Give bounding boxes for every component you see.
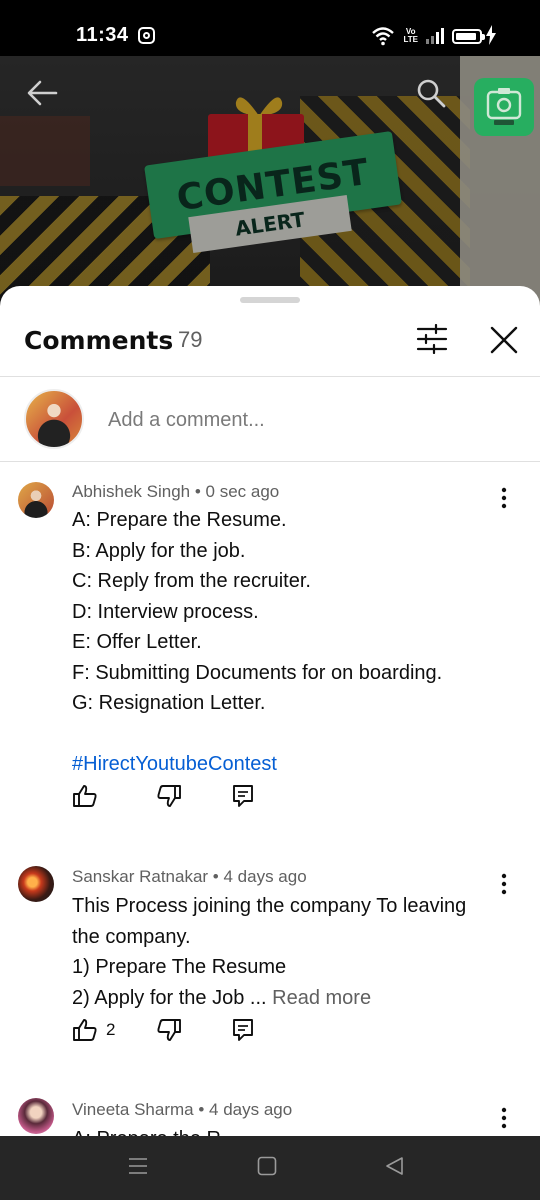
comment-time: 4 days ago [209,1100,293,1119]
camera-button[interactable] [474,78,534,136]
add-comment-row [0,377,540,461]
thumbs-down-icon [157,1019,181,1041]
drag-handle[interactable] [240,297,300,303]
reply-icon [233,1019,253,1041]
volte-icon: Vo LTE [403,28,418,44]
dislike-button[interactable] [156,1018,182,1042]
read-more-link[interactable]: Read more [272,987,371,1009]
menu-icon[interactable] [128,1156,148,1176]
dislike-button[interactable] [156,784,182,808]
comments-title: Comments [24,326,174,355]
back-arrow-icon[interactable] [24,76,60,110]
status-icons: Vo LTE [371,24,496,48]
thumbs-up-icon [73,1019,97,1041]
status-bar: 11:34 Vo LTE [0,0,540,56]
system-nav-bar [0,1136,540,1200]
back-icon[interactable] [384,1156,404,1176]
reply-icon [233,785,253,807]
comment-author[interactable]: Abhishek Singh [72,482,190,501]
camera-icon [486,88,522,125]
home-icon[interactable] [257,1156,277,1176]
status-time: 11:34 [76,24,129,46]
comment-meta: Sanskar Ratnakar • 4 days ago [72,867,307,886]
charging-icon [486,25,496,45]
signal-icon [426,28,444,44]
comment-body: This Process joining the company To leav… [72,895,467,1009]
close-icon[interactable] [488,324,520,356]
comments-count: 79 [178,327,203,352]
more-options-icon[interactable] [496,872,512,896]
comment-body: A: Prepare the R [72,1124,492,1136]
like-count: 2 [106,1020,116,1039]
video-player[interactable]: CONTEST ALERT [0,56,540,306]
comment-body: A: Prepare the Resume. B: Apply for the … [72,505,492,780]
avatar[interactable] [18,1098,54,1134]
more-options-icon[interactable] [496,486,512,510]
input-divider [0,461,540,462]
comment-time: 0 sec ago [205,482,280,501]
comment-author[interactable]: Sanskar Ratnakar [72,867,208,886]
like-button[interactable] [72,784,98,808]
thumbs-up-icon [73,785,97,807]
comment-time: 4 days ago [223,867,307,886]
instagram-icon [138,27,155,44]
avatar[interactable] [18,482,54,518]
comment-meta: Vineeta Sharma • 4 days ago [72,1100,293,1119]
avatar[interactable] [18,866,54,902]
filter-icon[interactable] [416,324,448,354]
hashtag-link[interactable]: #HirectYoutubeContest [72,749,492,780]
search-icon[interactable] [414,76,448,110]
comment-meta: Abhishek Singh • 0 sec ago [72,482,280,501]
comments-sheet: Comments 79 Abhishek Singh • 0 sec ago A… [0,286,540,1136]
comment-author[interactable]: Vineeta Sharma [72,1100,194,1119]
reply-button[interactable] [232,784,254,808]
thumbs-down-icon [157,785,181,807]
like-button[interactable]: 2 [72,1018,115,1042]
reply-button[interactable] [232,1018,254,1042]
avatar [24,389,84,449]
more-options-icon[interactable] [496,1106,512,1130]
add-comment-input[interactable] [108,405,508,435]
battery-icon [452,28,485,44]
wifi-icon [372,27,395,46]
volte-label-bottom: LTE [403,35,418,44]
comments-header: Comments 79 [0,310,540,376]
